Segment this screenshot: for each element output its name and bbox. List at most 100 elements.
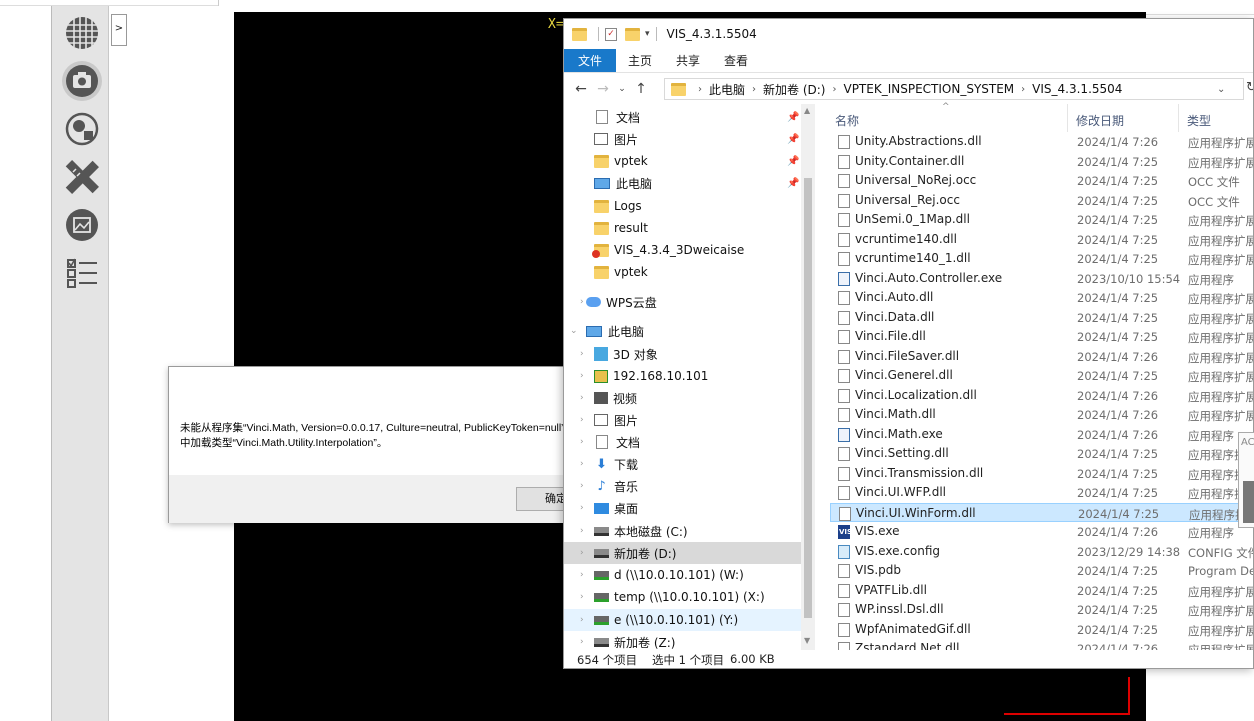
expand-panel-button[interactable]: >: [111, 14, 127, 46]
file-row[interactable]: UnSemi.0_1Map.dll 2024/1/4 7:25 应用程序扩展: [830, 210, 1253, 230]
file-row[interactable]: Universal_Rej.occ 2024/1/4 7:25 OCC 文件: [830, 191, 1253, 211]
file-row[interactable]: Universal_NoRej.occ 2024/1/4 7:25 OCC 文件: [830, 171, 1253, 191]
file-row[interactable]: Vinci.Math.dll 2024/1/4 7:26 应用程序扩展: [830, 405, 1253, 425]
file-row[interactable]: Vinci.File.dll 2024/1/4 7:25 应用程序扩展: [830, 327, 1253, 347]
nav-item-result[interactable]: result: [564, 217, 801, 239]
file-row[interactable]: Vinci.Data.dll 2024/1/4 7:25 应用程序扩展: [830, 308, 1253, 328]
file-row[interactable]: Vinci.Auto.Controller.exe 2023/10/10 15:5…: [830, 269, 1253, 289]
expand-chevron-icon[interactable]: ›: [580, 615, 584, 625]
nav-item-music[interactable]: › ♪ 音乐: [564, 475, 801, 497]
nav-scrollbar[interactable]: ▲ ▼: [801, 104, 815, 650]
expand-chevron-icon[interactable]: ›: [580, 570, 584, 580]
file-row[interactable]: Vinci.UI.WFP.dll 2024/1/4 7:25 应用程序扩: [830, 483, 1253, 503]
back-arrow-icon[interactable]: ←: [570, 81, 592, 97]
expand-chevron-icon[interactable]: ›: [580, 459, 584, 469]
image-frame-icon[interactable]: [62, 205, 102, 245]
file-row[interactable]: Vinci.Auto.dll 2024/1/4 7:25 应用程序扩展: [830, 288, 1253, 308]
recent-dropdown-icon[interactable]: ⌄: [614, 84, 630, 94]
scroll-down-icon[interactable]: ▼: [804, 636, 810, 645]
column-type[interactable]: 类型: [1187, 112, 1211, 129]
nav-item-wps-cloud[interactable]: › WPS云盘: [564, 291, 801, 313]
file-row[interactable]: WP.inssl.Dsl.dll 2024/1/4 7:25 应用程序扩展: [830, 600, 1253, 620]
expand-chevron-icon[interactable]: ›: [580, 349, 584, 359]
up-arrow-icon[interactable]: ↑: [630, 81, 652, 97]
file-row-selected[interactable]: Vinci.UI.WinForm.dll 2024/1/4 7:25 应用程序扩: [830, 502, 1253, 522]
nav-item-pictures[interactable]: 图片 📌: [564, 128, 801, 150]
file-row[interactable]: Vinci.Transmission.dll 2024/1/4 7:25 应用程序扩: [830, 464, 1253, 484]
column-date[interactable]: 修改日期: [1076, 112, 1124, 129]
file-row[interactable]: VIS.exe.config 2023/12/29 14:38 CONFIG 文件: [830, 542, 1253, 562]
file-row[interactable]: vcruntime140_1.dll 2024/1/4 7:25 应用程序扩展: [830, 249, 1253, 269]
nav-item-drive-z[interactable]: › 新加卷 (Z:): [564, 631, 801, 650]
file-row[interactable]: Zstandard.Net.dll 2024/1/4 7:26 应用程序扩展: [830, 639, 1253, 650]
file-row[interactable]: Vinci.Math.exe 2024/1/4 7:26 应用程序: [830, 425, 1253, 445]
scrollbar-thumb[interactable]: [804, 178, 812, 618]
nav-item-network-192[interactable]: › 192.168.10.101: [564, 365, 801, 387]
column-divider[interactable]: [1178, 104, 1179, 132]
new-folder-icon[interactable]: [625, 27, 640, 41]
grid-icon[interactable]: [62, 13, 102, 53]
expand-chevron-icon[interactable]: ›: [580, 481, 584, 491]
tab-share[interactable]: 共享: [664, 49, 712, 72]
nav-item-logs[interactable]: Logs: [564, 195, 801, 217]
scroll-up-icon[interactable]: ▲: [804, 106, 810, 115]
nav-item-network-y[interactable]: › e (\\10.0.10.101) (Y:): [564, 609, 801, 631]
file-row[interactable]: WpfAnimatedGif.dll 2024/1/4 7:25 应用程序扩展: [830, 620, 1253, 640]
expand-chevron-icon[interactable]: ›: [580, 503, 584, 513]
expand-chevron-icon[interactable]: ›: [580, 592, 584, 602]
breadcrumb-drive-d[interactable]: 新加卷 (D:): [763, 81, 825, 98]
tab-file[interactable]: 文件: [564, 49, 617, 72]
nav-item-this-pc[interactable]: ⌄ 此电脑: [564, 320, 801, 342]
expand-chevron-icon[interactable]: ›: [580, 437, 584, 447]
nav-item-3d-objects[interactable]: › 3D 对象: [564, 343, 801, 365]
file-row[interactable]: VIS.pdb 2024/1/4 7:25 Program Del: [830, 561, 1253, 581]
map-scan-icon[interactable]: [62, 109, 102, 149]
file-row[interactable]: Vinci.FileSaver.dll 2024/1/4 7:26 应用程序扩展: [830, 347, 1253, 367]
expand-chevron-icon[interactable]: ›: [580, 548, 584, 558]
file-row[interactable]: Vinci.Setting.dll 2024/1/4 7:25 应用程序扩: [830, 444, 1253, 464]
nav-item-desktop[interactable]: › 桌面: [564, 497, 801, 519]
expand-chevron-icon[interactable]: ›: [580, 371, 584, 381]
column-divider[interactable]: [1067, 104, 1068, 132]
file-row[interactable]: VIS VIS.exe 2024/1/4 7:26 应用程序: [830, 522, 1253, 542]
nav-item-this-pc-pinned[interactable]: 此电脑 📌: [564, 172, 801, 194]
nav-item-videos[interactable]: › 视频: [564, 387, 801, 409]
nav-item-drive-d[interactable]: › 新加卷 (D:): [564, 542, 801, 564]
file-row[interactable]: vcruntime140.dll 2024/1/4 7:25 应用程序扩展: [830, 230, 1253, 250]
camera-icon[interactable]: [62, 61, 102, 101]
file-row[interactable]: Vinci.Generel.dll 2024/1/4 7:25 应用程序扩展: [830, 366, 1253, 386]
expand-chevron-icon[interactable]: ›: [580, 297, 584, 307]
nav-item-vptek-2[interactable]: vptek: [564, 261, 801, 283]
nav-item-documents[interactable]: 文档 📌: [564, 106, 801, 128]
tab-view[interactable]: 查看: [712, 49, 760, 72]
quick-access-dropdown-icon[interactable]: ▾: [645, 29, 650, 39]
column-name[interactable]: 名称: [835, 112, 859, 129]
nav-item-downloads[interactable]: › ⬇ 下载: [564, 453, 801, 475]
expand-chevron-icon[interactable]: ›: [580, 526, 584, 536]
nav-item-vptek[interactable]: vptek 📌: [564, 150, 801, 172]
refresh-icon[interactable]: ↻: [1246, 80, 1253, 95]
nav-item-network-x[interactable]: › temp (\\10.0.10.101) (X:): [564, 586, 801, 608]
address-bar[interactable]: › 此电脑 › 新加卷 (D:) › VPTEK_INSPECTION_SYST…: [664, 78, 1244, 100]
nav-item-vis-434[interactable]: VIS_4.3.4_3Dweicaise: [564, 239, 801, 261]
collapse-chevron-icon[interactable]: ⌄: [570, 326, 578, 336]
nav-item-network-w[interactable]: › d (\\10.0.10.101) (W:): [564, 564, 801, 586]
breadcrumb-vis-folder[interactable]: VIS_4.3.1.5504: [1032, 82, 1122, 96]
file-row[interactable]: Unity.Abstractions.dll 2024/1/4 7:26 应用程序扩…: [830, 132, 1253, 152]
checklist-icon[interactable]: [62, 253, 102, 293]
nav-item-documents-2[interactable]: › 文档: [564, 431, 801, 453]
expand-chevron-icon[interactable]: ›: [580, 393, 584, 403]
background-window-edge[interactable]: AC: [1238, 432, 1254, 528]
nav-item-pictures-2[interactable]: › 图片: [564, 409, 801, 431]
file-row[interactable]: VPATFLib.dll 2024/1/4 7:25 应用程序扩展: [830, 581, 1253, 601]
tab-home[interactable]: 主页: [616, 49, 664, 72]
file-row[interactable]: Unity.Container.dll 2024/1/4 7:25 应用程序扩展: [830, 152, 1253, 172]
properties-icon[interactable]: ✓: [605, 27, 617, 41]
breadcrumb-pc[interactable]: 此电脑: [709, 81, 745, 98]
ruler-pencil-icon[interactable]: [62, 157, 102, 197]
expand-chevron-icon[interactable]: ›: [580, 415, 584, 425]
expand-chevron-icon[interactable]: ›: [580, 637, 584, 647]
forward-arrow-icon[interactable]: →: [592, 81, 614, 97]
breadcrumb-inspection-system[interactable]: VPTEK_INSPECTION_SYSTEM: [843, 82, 1014, 96]
nav-item-drive-c[interactable]: › 本地磁盘 (C:): [564, 520, 801, 542]
